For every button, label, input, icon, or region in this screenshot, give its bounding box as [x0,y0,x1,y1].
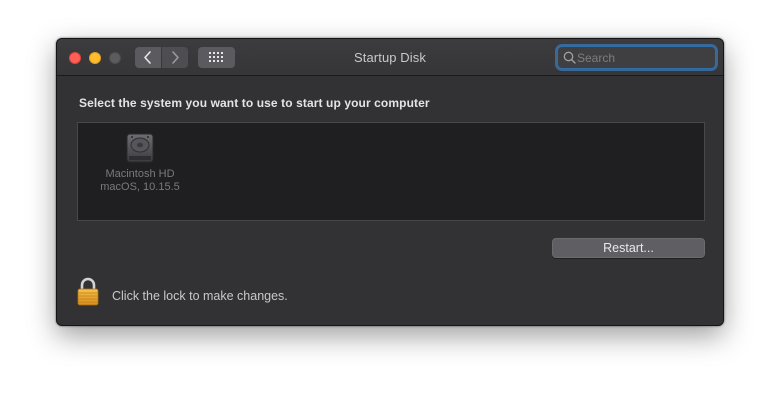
hard-drive-icon [126,133,154,163]
startup-disk-window: Startup Disk Select the system you want … [56,38,724,326]
restart-button[interactable]: Restart... [552,238,705,258]
disk-item-macintosh-hd[interactable]: Macintosh HD macOS, 10.15.5 [92,131,188,201]
lock-message: Click the lock to make changes. [112,289,288,303]
title-bar: Startup Disk [57,39,723,76]
page-heading: Select the system you want to use to sta… [79,96,430,110]
search-input[interactable] [577,48,709,67]
search-field[interactable] [557,46,716,69]
startup-disk-list: Macintosh HD macOS, 10.15.5 [77,122,705,221]
disk-name: Macintosh HD [105,168,175,180]
padlock-icon[interactable] [76,277,100,307]
search-icon [563,51,576,64]
disk-os-version: macOS, 10.15.5 [100,181,180,193]
